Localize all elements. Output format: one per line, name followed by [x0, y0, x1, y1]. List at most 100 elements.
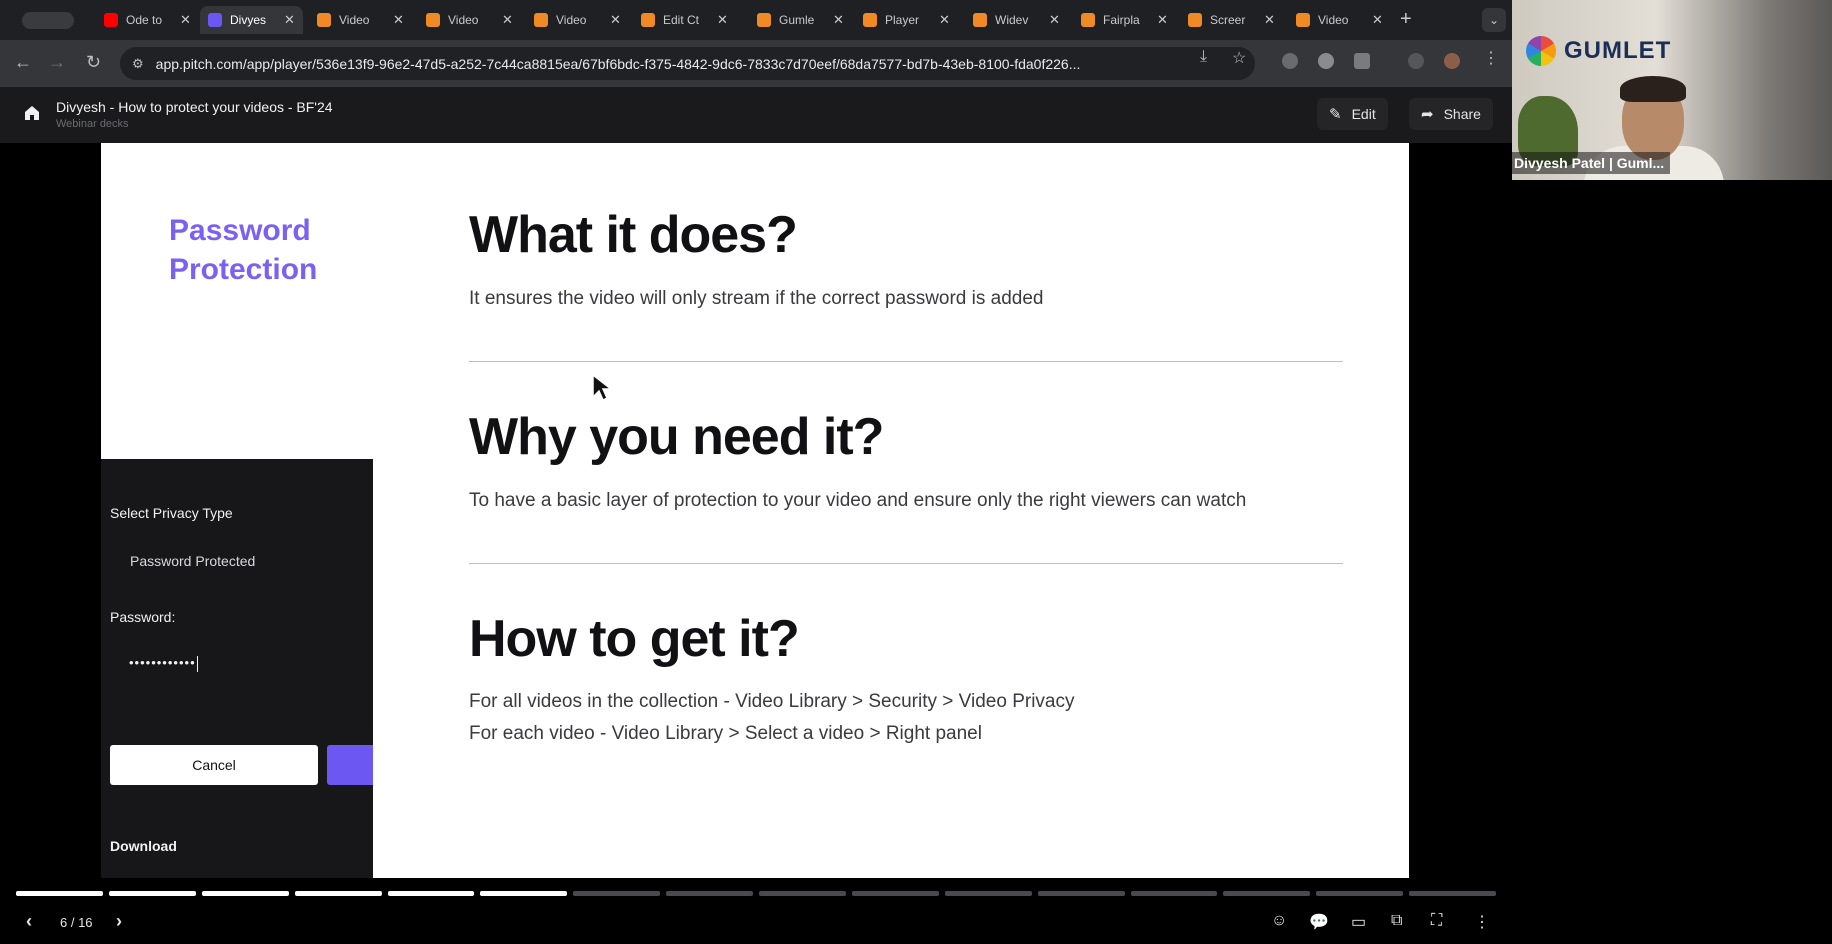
tab-title: Video — [339, 13, 370, 27]
progress-segment[interactable] — [387, 891, 475, 896]
progress-segment[interactable] — [16, 891, 103, 896]
section-text-how-2: For each video - Video Library > Select … — [469, 723, 982, 744]
more-options-icon[interactable]: ⋮ — [1474, 912, 1490, 932]
browser-tab[interactable]: Widev ✕ — [965, 6, 1068, 34]
share-button[interactable]: ➦ Share — [1409, 98, 1493, 130]
close-tab-icon[interactable]: ✕ — [1372, 12, 1383, 28]
tab-title: Widev — [995, 13, 1029, 27]
browser-menu-icon[interactable]: ⋮ — [1483, 48, 1499, 68]
favicon-icon — [1188, 13, 1202, 27]
back-button[interactable]: ← — [14, 52, 32, 73]
tab-group-pill[interactable] — [22, 12, 74, 29]
progress-segment[interactable] — [1037, 891, 1125, 896]
progress-segment[interactable] — [1223, 891, 1311, 896]
favicon-icon — [641, 13, 655, 27]
tab-title: Player — [885, 13, 920, 27]
mouse-cursor-icon — [592, 373, 614, 402]
browser-tab[interactable]: Player ✕ — [855, 6, 958, 34]
browser-tab[interactable]: Video ✕ — [418, 6, 521, 34]
progress-segment[interactable] — [666, 891, 753, 896]
progress-segment[interactable] — [201, 891, 289, 896]
progress-segment[interactable] — [1316, 891, 1404, 896]
browser-tab[interactable]: Gumle ✕ — [749, 6, 852, 34]
close-tab-icon[interactable]: ✕ — [1264, 12, 1275, 28]
progress-segment[interactable] — [294, 891, 382, 896]
close-tab-icon[interactable]: ✕ — [393, 12, 404, 28]
progress-segment[interactable] — [759, 891, 846, 896]
browser-tab[interactable]: Video ✕ — [309, 6, 412, 34]
share-label: Share — [1443, 106, 1481, 122]
home-icon[interactable] — [22, 103, 42, 123]
reactions-icon[interactable]: ☺ — [1271, 912, 1287, 930]
close-tab-icon[interactable]: ✕ — [717, 12, 728, 28]
close-tab-icon[interactable]: ✕ — [502, 12, 513, 28]
close-tab-icon[interactable]: ✕ — [180, 12, 191, 28]
slide-progress-bar[interactable] — [16, 891, 1496, 896]
profile-avatar-icon[interactable] — [1444, 53, 1460, 69]
progress-segment[interactable] — [944, 891, 1032, 896]
presentation-folder[interactable]: Webinar decks — [56, 118, 129, 130]
browser-tab[interactable]: Screer ✕ — [1180, 6, 1283, 34]
edit-button[interactable]: ✎ Edit — [1317, 98, 1388, 130]
picture-in-picture-icon[interactable]: ⧉ — [1391, 912, 1402, 930]
password-field: •••••••••••• — [129, 655, 198, 672]
favicon-icon — [973, 13, 987, 27]
browser-tab[interactable]: Ode to ✕ — [96, 6, 199, 34]
slide-title: Password Protection — [169, 214, 318, 286]
progress-segment[interactable] — [108, 891, 196, 896]
progress-segment[interactable] — [573, 891, 661, 896]
browser-tab[interactable]: Divyes ✕ — [200, 6, 303, 34]
browser-window: Ode to ✕ Divyes ✕ Video ✕ Video ✕ Video ✕ Edit Ct ✕… — [0, 0, 1512, 944]
section-text-what: It ensures the video will only stream if… — [469, 288, 1044, 309]
tab-title: Video — [448, 13, 479, 27]
browser-tab[interactable]: Fairpla ✕ — [1073, 6, 1176, 34]
progress-segment[interactable] — [1409, 891, 1496, 896]
close-tab-icon[interactable]: ✕ — [284, 12, 295, 28]
install-app-icon[interactable]: ⤓ — [1200, 48, 1207, 66]
grammar-extension-icon[interactable] — [1282, 53, 1298, 69]
bookmark-star-icon[interactable]: ☆ — [1232, 48, 1246, 68]
progress-segment[interactable] — [851, 891, 939, 896]
extension-icon[interactable] — [1318, 53, 1334, 69]
reload-button[interactable]: ↻ — [86, 52, 101, 73]
browser-tab[interactable]: Video ✕ — [526, 6, 629, 34]
presentation-title: Divyesh - How to protect your videos - B… — [56, 99, 333, 115]
favicon-icon — [426, 13, 440, 27]
divider — [469, 563, 1343, 564]
favicon-icon — [757, 13, 771, 27]
share-arrow-icon: ➦ — [1421, 106, 1434, 123]
close-tab-icon[interactable]: ✕ — [610, 12, 621, 28]
close-tab-icon[interactable]: ✕ — [1157, 12, 1168, 28]
previous-slide-button[interactable]: ‹ — [26, 911, 32, 932]
forward-button[interactable]: → — [48, 52, 66, 73]
close-tab-icon[interactable]: ✕ — [1049, 12, 1060, 28]
tab-title: Fairpla — [1103, 13, 1140, 27]
save-button — [327, 745, 373, 785]
browser-tab[interactable]: Edit Ct ✕ — [633, 6, 736, 34]
comments-icon[interactable]: 💬 — [1309, 912, 1329, 932]
address-bar[interactable]: ⚙ app.pitch.com/app/player/536e13f9-96e2… — [120, 47, 1255, 80]
close-tab-icon[interactable]: ✕ — [833, 12, 844, 28]
gumlet-logo-icon — [1526, 36, 1556, 66]
browser-toolbar: ← → ↻ ⚙ app.pitch.com/app/player/536e13f… — [0, 40, 1512, 87]
progress-segment[interactable] — [480, 891, 568, 896]
puzzle-extensions-icon[interactable] — [1354, 53, 1370, 69]
password-value: •••••••••••• — [129, 655, 196, 670]
fullscreen-icon[interactable]: ⛶ — [1431, 912, 1442, 930]
close-tab-icon[interactable]: ✕ — [939, 12, 950, 28]
tab-title: Edit Ct — [663, 13, 700, 27]
presenter-icon[interactable]: ▭ — [1351, 912, 1366, 932]
gumlet-wordmark: GUMLET — [1564, 37, 1672, 64]
section-heading-why: Why you need it? — [469, 408, 884, 466]
next-slide-button[interactable]: › — [116, 911, 122, 932]
browser-tab[interactable]: Video ✕ — [1288, 6, 1391, 34]
tab-search-button[interactable]: ⌄ — [1482, 8, 1506, 32]
url-text[interactable]: app.pitch.com/app/player/536e13f9-96e2-4… — [156, 56, 1186, 72]
favicon-icon — [1296, 13, 1310, 27]
site-info-icon[interactable]: ⚙ — [132, 56, 144, 72]
progress-segment[interactable] — [1130, 891, 1218, 896]
sync-extension-icon[interactable] — [1408, 53, 1424, 69]
tab-title: Ode to — [126, 13, 163, 27]
privacy-settings-screenshot: Select Privacy Type Password Protected P… — [101, 459, 373, 878]
new-tab-button[interactable]: + — [1400, 8, 1412, 31]
